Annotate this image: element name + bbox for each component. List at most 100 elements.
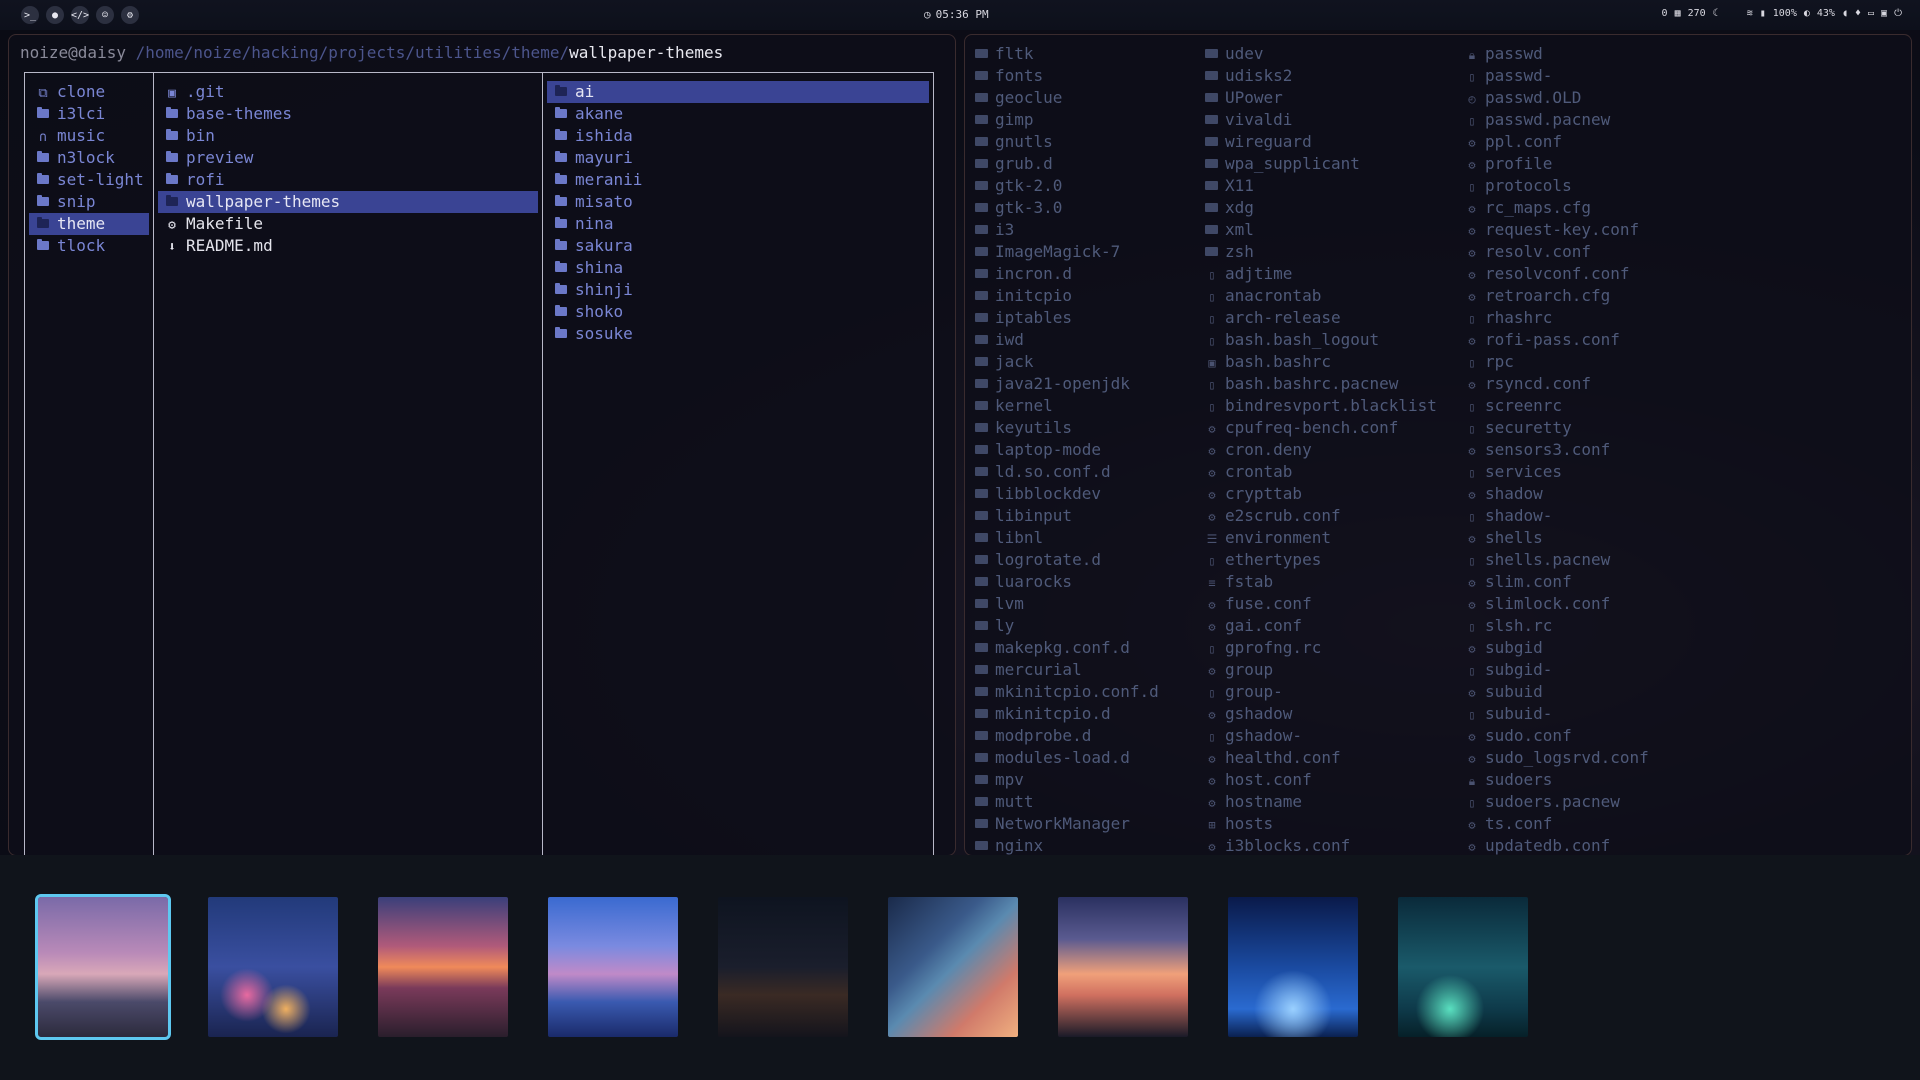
etc-entry[interactable]: ☰ environment: [1205, 527, 1437, 549]
etc-entry[interactable]: ⚙ healthd.conf: [1205, 747, 1437, 769]
etc-entry[interactable]: ▯ anacrontab: [1205, 285, 1437, 307]
etc-entry[interactable]: geoclue: [975, 87, 1159, 109]
col3-entry[interactable]: shina: [547, 257, 929, 279]
col1-entry[interactable]: set-light: [29, 169, 149, 191]
etc-entry[interactable]: NetworkManager: [975, 813, 1159, 835]
col1-entry[interactable]: ⧉ clone: [29, 81, 149, 103]
etc-entry[interactable]: ⚙ host.conf: [1205, 769, 1437, 791]
etc-entry[interactable]: ▯ bash.bashrc.pacnew: [1205, 373, 1437, 395]
col1-entry[interactable]: theme: [29, 213, 149, 235]
etc-entry[interactable]: fonts: [975, 65, 1159, 87]
volume-icon[interactable]: ◖: [1842, 8, 1848, 19]
etc-entry[interactable]: ⚙ group: [1205, 659, 1437, 681]
col2-entry[interactable]: ⚙ Makefile: [158, 213, 538, 235]
etc-entry[interactable]: gnutls: [975, 131, 1159, 153]
etc-entry[interactable]: ▯ passwd.pacnew: [1465, 109, 1649, 131]
etc-entry[interactable]: ▯ gshadow-: [1205, 725, 1437, 747]
etc-entry[interactable]: nginx: [975, 835, 1159, 855]
etc-entry[interactable]: ⚙ fuse.conf: [1205, 593, 1437, 615]
etc-entry[interactable]: ly: [975, 615, 1159, 637]
wallpaper-thumbnail[interactable]: [1398, 897, 1528, 1037]
etc-entry[interactable]: ⚙ updatedb.conf: [1465, 835, 1649, 855]
etc-entry[interactable]: ⚙ rsyncd.conf: [1465, 373, 1649, 395]
etc-entry[interactable]: ≡ fstab: [1205, 571, 1437, 593]
etc-entry[interactable]: ▯ passwd-: [1465, 65, 1649, 87]
wifi-icon[interactable]: ≋: [1747, 8, 1753, 19]
etc-entry[interactable]: udev: [1205, 43, 1437, 65]
etc-entry[interactable]: ⚙ crontab: [1205, 461, 1437, 483]
etc-entry[interactable]: ▯ protocols: [1465, 175, 1649, 197]
col1-entry[interactable]: ∩ music: [29, 125, 149, 147]
etc-entry[interactable]: ⚙ subgid: [1465, 637, 1649, 659]
terminal-icon[interactable]: >_: [21, 6, 39, 24]
col1-entry[interactable]: tlock: [29, 235, 149, 257]
etc-entry[interactable]: ⚙ i3blocks.conf: [1205, 835, 1437, 855]
etc-entry[interactable]: 🔒︎ passwd: [1465, 43, 1649, 65]
etc-entry[interactable]: ⚙ rc_maps.cfg: [1465, 197, 1649, 219]
etc-entry[interactable]: udisks2: [1205, 65, 1437, 87]
col2-entry[interactable]: ▣ .git: [158, 81, 538, 103]
etc-entry[interactable]: libblockdev: [975, 483, 1159, 505]
etc-entry[interactable]: zsh: [1205, 241, 1437, 263]
wallpaper-thumbnail[interactable]: [378, 897, 508, 1037]
power-icon[interactable]: ⏻: [1894, 8, 1902, 19]
etc-entry[interactable]: 🔒︎ sudoers: [1465, 769, 1649, 791]
wallpaper-thumbnail[interactable]: [208, 897, 338, 1037]
col3-entry[interactable]: sosuke: [547, 323, 929, 345]
col2-entry[interactable]: rofi: [158, 169, 538, 191]
col2-entry[interactable]: preview: [158, 147, 538, 169]
etc-entry[interactable]: UPower: [1205, 87, 1437, 109]
col3-entry[interactable]: mayuri: [547, 147, 929, 169]
code-icon[interactable]: </>: [71, 6, 89, 24]
etc-entry[interactable]: ▯ gprofng.rc: [1205, 637, 1437, 659]
etc-entry[interactable]: logrotate.d: [975, 549, 1159, 571]
etc-entry[interactable]: ⚙ retroarch.cfg: [1465, 285, 1649, 307]
etc-entry[interactable]: laptop-mode: [975, 439, 1159, 461]
col3-entry[interactable]: ai: [547, 81, 929, 103]
etc-entry[interactable]: mpv: [975, 769, 1159, 791]
etc-entry[interactable]: incron.d: [975, 263, 1159, 285]
etc-entry[interactable]: ⚙ shells: [1465, 527, 1649, 549]
etc-entry[interactable]: mkinitcpio.d: [975, 703, 1159, 725]
wallpaper-thumbnail[interactable]: [1058, 897, 1188, 1037]
col1-entry[interactable]: snip: [29, 191, 149, 213]
etc-entry[interactable]: ⚙ cron.deny: [1205, 439, 1437, 461]
etc-entry[interactable]: libnl: [975, 527, 1159, 549]
etc-entry[interactable]: ⚙ resolv.conf: [1465, 241, 1649, 263]
etc-entry[interactable]: ◴ passwd.OLD: [1465, 87, 1649, 109]
etc-entry[interactable]: ⚙ profile: [1465, 153, 1649, 175]
etc-entry[interactable]: ⚙ rofi-pass.conf: [1465, 329, 1649, 351]
col2-entry[interactable]: base-themes: [158, 103, 538, 125]
etc-entry[interactable]: iwd: [975, 329, 1159, 351]
browser-icon[interactable]: ●: [46, 6, 64, 24]
etc-entry[interactable]: gtk-3.0: [975, 197, 1159, 219]
etc-entry[interactable]: ⚙ ts.conf: [1465, 813, 1649, 835]
discord-icon[interactable]: ☺: [96, 6, 114, 24]
etc-entry[interactable]: xdg: [1205, 197, 1437, 219]
etc-entry[interactable]: wpa_supplicant: [1205, 153, 1437, 175]
etc-entry[interactable]: ▯ bindresvport.blacklist: [1205, 395, 1437, 417]
etc-entry[interactable]: ⚙ shadow: [1465, 483, 1649, 505]
wallpaper-thumbnail[interactable]: [888, 897, 1018, 1037]
etc-entry[interactable]: modprobe.d: [975, 725, 1159, 747]
etc-entry[interactable]: ⚙ hostname: [1205, 791, 1437, 813]
etc-entry[interactable]: gimp: [975, 109, 1159, 131]
etc-entry[interactable]: wireguard: [1205, 131, 1437, 153]
etc-entry[interactable]: ▯ subuid-: [1465, 703, 1649, 725]
etc-entry[interactable]: ▯ rhashrc: [1465, 307, 1649, 329]
etc-entry[interactable]: libinput: [975, 505, 1159, 527]
etc-entry[interactable]: ▯ adjtime: [1205, 263, 1437, 285]
etc-entry[interactable]: ▯ screenrc: [1465, 395, 1649, 417]
settings-icon[interactable]: ⚙: [121, 6, 139, 24]
etc-entry[interactable]: java21-openjdk: [975, 373, 1159, 395]
etc-entry[interactable]: ▯ rpc: [1465, 351, 1649, 373]
etc-entry[interactable]: ⚙ crypttab: [1205, 483, 1437, 505]
col1-entry[interactable]: i3lci: [29, 103, 149, 125]
etc-entry[interactable]: ImageMagick-7: [975, 241, 1159, 263]
etc-entry[interactable]: ⚙ request-key.conf: [1465, 219, 1649, 241]
etc-entry[interactable]: ⚙ cpufreq-bench.conf: [1205, 417, 1437, 439]
screen-icon[interactable]: ▣: [1881, 8, 1887, 19]
col3-entry[interactable]: akane: [547, 103, 929, 125]
col3-entry[interactable]: shinji: [547, 279, 929, 301]
wallpaper-thumbnail[interactable]: [35, 894, 171, 1040]
